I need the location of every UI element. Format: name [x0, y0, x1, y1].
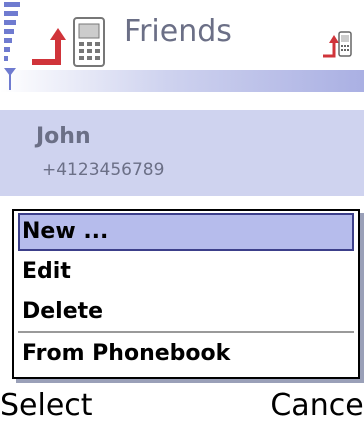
- page-title: Friends: [124, 14, 232, 49]
- contact-name: John: [36, 124, 91, 149]
- cancel-softkey[interactable]: Cancel: [270, 388, 364, 423]
- menu-separator: [18, 331, 354, 333]
- select-softkey[interactable]: Select: [0, 388, 93, 423]
- menu-item-delete[interactable]: Delete: [18, 293, 354, 331]
- contact-list-item[interactable]: John +4123456789: [0, 110, 364, 196]
- signal-strength-icon: [4, 0, 20, 70]
- title-bar: Friends: [0, 0, 364, 92]
- title-band: [0, 70, 364, 92]
- contact-phone: +4123456789: [42, 160, 165, 180]
- menu-item-edit[interactable]: Edit: [18, 253, 354, 291]
- options-menu: New ... Edit Delete From Phonebook: [12, 209, 360, 379]
- antenna-icon: [4, 68, 16, 90]
- menu-item-new[interactable]: New ...: [18, 213, 354, 251]
- menu-item-from-phonebook[interactable]: From Phonebook: [18, 335, 354, 373]
- phone-screen: Friends John +4123456789 New ... Edit De…: [0, 0, 364, 431]
- contacts-app-icon: [32, 17, 105, 67]
- contacts-indicator-icon: [323, 31, 352, 58]
